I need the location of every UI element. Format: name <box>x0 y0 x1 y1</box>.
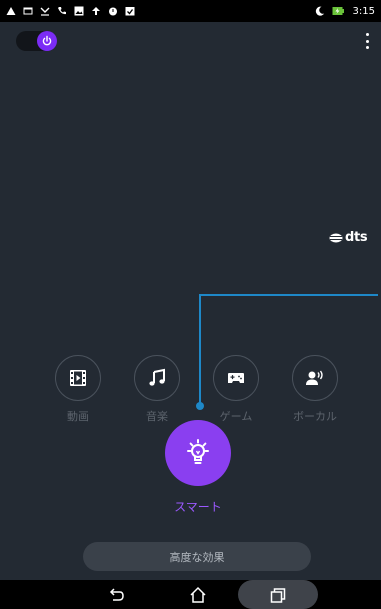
mode-movie-label: 動画 <box>67 410 89 423</box>
dts-logo-text: dts <box>345 230 368 245</box>
home-button[interactable] <box>180 580 216 609</box>
status-system: 3:15 <box>315 6 375 17</box>
power-icon <box>42 35 52 46</box>
status-bar: 3:15 <box>0 0 381 22</box>
image-icon <box>23 6 33 16</box>
music-note-icon <box>149 368 165 386</box>
audio-wizard-screen: dts 動画 音楽 ゲーム ボーカル スマート 高度な効果 <box>0 22 381 580</box>
alert-icon <box>6 6 16 16</box>
phone-icon <box>57 6 67 16</box>
checkbox-icon <box>125 6 135 16</box>
back-button[interactable] <box>98 580 134 609</box>
navigation-bar <box>0 580 381 609</box>
mode-movie-button[interactable] <box>55 355 101 401</box>
alarm-icon <box>108 6 118 16</box>
more-vert-icon[interactable] <box>361 31 373 51</box>
mode-music[interactable]: 音楽 <box>122 355 192 424</box>
moon-icon <box>315 6 325 16</box>
voice-icon <box>306 370 323 385</box>
power-knob <box>37 31 57 51</box>
gallery-icon <box>74 6 84 16</box>
back-icon <box>109 587 124 601</box>
mode-vocal-button[interactable] <box>292 355 338 401</box>
sync-icon <box>91 6 101 16</box>
status-notifications <box>6 6 135 16</box>
status-time: 3:15 <box>352 5 375 17</box>
mode-vocal[interactable]: ボーカル <box>280 355 350 424</box>
advanced-effects-button[interactable]: 高度な効果 <box>83 542 311 571</box>
recents-icon <box>270 587 286 603</box>
mode-smart[interactable]: スマート <box>163 420 233 515</box>
missed-call-icon <box>40 6 50 16</box>
mode-music-button[interactable] <box>134 355 180 401</box>
lightbulb-icon <box>187 439 209 464</box>
film-icon <box>70 370 86 386</box>
recents-button[interactable] <box>260 580 296 609</box>
mode-game[interactable]: ゲーム <box>201 355 271 424</box>
power-toggle[interactable] <box>16 31 57 51</box>
home-icon <box>190 586 206 603</box>
mode-smart-label: スマート <box>174 500 222 514</box>
battery-icon <box>332 6 344 16</box>
mode-vocal-label: ボーカル <box>293 410 337 423</box>
dts-mark-icon <box>329 233 343 242</box>
mode-movie[interactable]: 動画 <box>43 355 113 424</box>
dts-logo: dts <box>329 230 368 245</box>
mode-smart-button[interactable] <box>165 420 231 486</box>
mode-game-button[interactable] <box>213 355 259 401</box>
gamepad-icon <box>228 373 244 383</box>
